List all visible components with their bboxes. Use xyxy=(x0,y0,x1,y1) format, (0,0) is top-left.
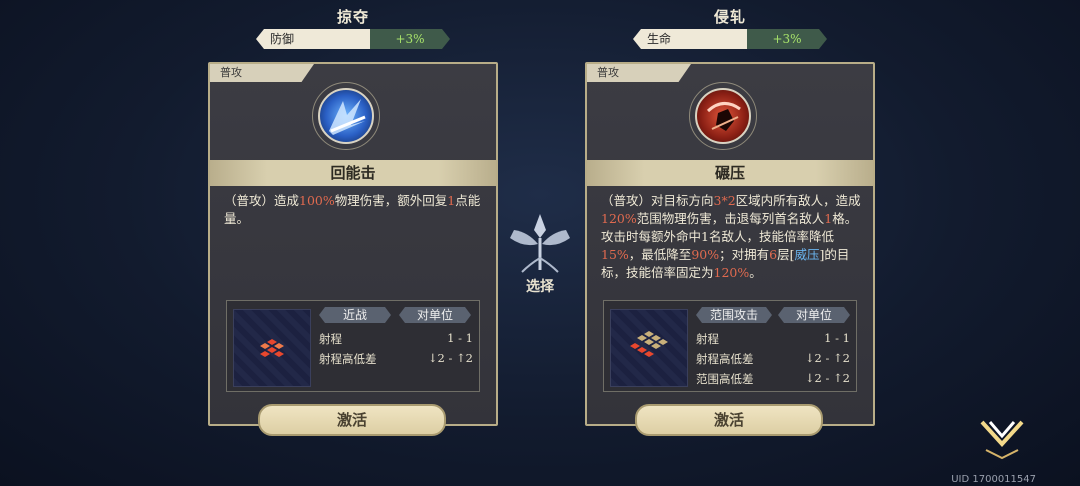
stat-label: 防御 xyxy=(256,29,376,49)
crush-attack-icon xyxy=(706,102,741,131)
skill-type-tag: 普攻 xyxy=(210,64,314,82)
stat-value: +3% xyxy=(370,29,450,49)
skill-name: 回能击 xyxy=(210,160,496,186)
chevron-down-icon xyxy=(980,420,1024,460)
skill-icon xyxy=(312,82,380,150)
stat-bonus: 防御 +3% xyxy=(256,29,450,49)
target-type-pill: 对单位 xyxy=(778,307,850,323)
range-info-box: 近战 对单位 射程 1 - 1 射程高低差 ↓2 - ↑2 xyxy=(226,300,480,392)
stat-value: +3% xyxy=(747,29,827,49)
attack-range-diagram xyxy=(630,331,668,357)
range-grid xyxy=(610,309,688,387)
collapse-button[interactable] xyxy=(976,414,1028,460)
blade-slash-icon xyxy=(329,99,366,135)
skill-card[interactable]: 普攻 回能击 （普攻）造成100%物理伤害，额外回复1点能量。 近战 对单位 射… xyxy=(208,62,498,426)
range-info-box: 范围攻击 对单位 射程 1 - 1 射程高低差 ↓2 - ↑2 范围高低差 ↓2 - … xyxy=(603,300,857,392)
select-label: 选择 xyxy=(526,279,554,295)
attack-type-pill: 近战 xyxy=(319,307,391,323)
range-grid xyxy=(233,309,311,387)
skill-option-left[interactable]: 掠夺 防御 +3% 普攻 回能击 （普攻）造成100%物理伤害，额外回复1点能量… xyxy=(208,0,498,440)
activate-button[interactable]: 激活 xyxy=(635,404,823,436)
target-type-pill: 对单位 xyxy=(399,307,471,323)
skill-name: 碾压 xyxy=(587,160,873,186)
skill-type-tag: 普攻 xyxy=(587,64,691,82)
skill-card[interactable]: 普攻 碾压 （普攻）对目标方向3*2区域内所有敌人，造成120%范围物理伤害，击… xyxy=(585,62,875,426)
stat-bonus: 生命 +3% xyxy=(633,29,827,49)
attack-type-pill: 范围攻击 xyxy=(696,307,772,323)
activate-button[interactable]: 激活 xyxy=(258,404,446,436)
skill-description: （普攻）对目标方向3*2区域内所有敌人，造成120%范围物理伤害，击退每列首名敌… xyxy=(601,193,861,280)
skill-option-right[interactable]: 侵轧 生命 +3% 普攻 碾压 （普攻）对目标方向3*2区域内所有敌人，造成12… xyxy=(585,0,875,440)
select-indicator: 选择 xyxy=(500,208,580,298)
option-title: 侵轧 xyxy=(713,8,746,26)
skill-description: （普攻）造成100%物理伤害，额外回复1点能量。 xyxy=(224,193,481,226)
user-id: UID 1700011547 xyxy=(951,474,1036,485)
option-title: 掠夺 xyxy=(336,8,369,26)
skill-icon xyxy=(689,82,757,150)
stat-label: 生命 xyxy=(633,29,753,49)
tree-emblem-icon xyxy=(510,214,570,273)
attack-range-diagram xyxy=(260,339,284,357)
